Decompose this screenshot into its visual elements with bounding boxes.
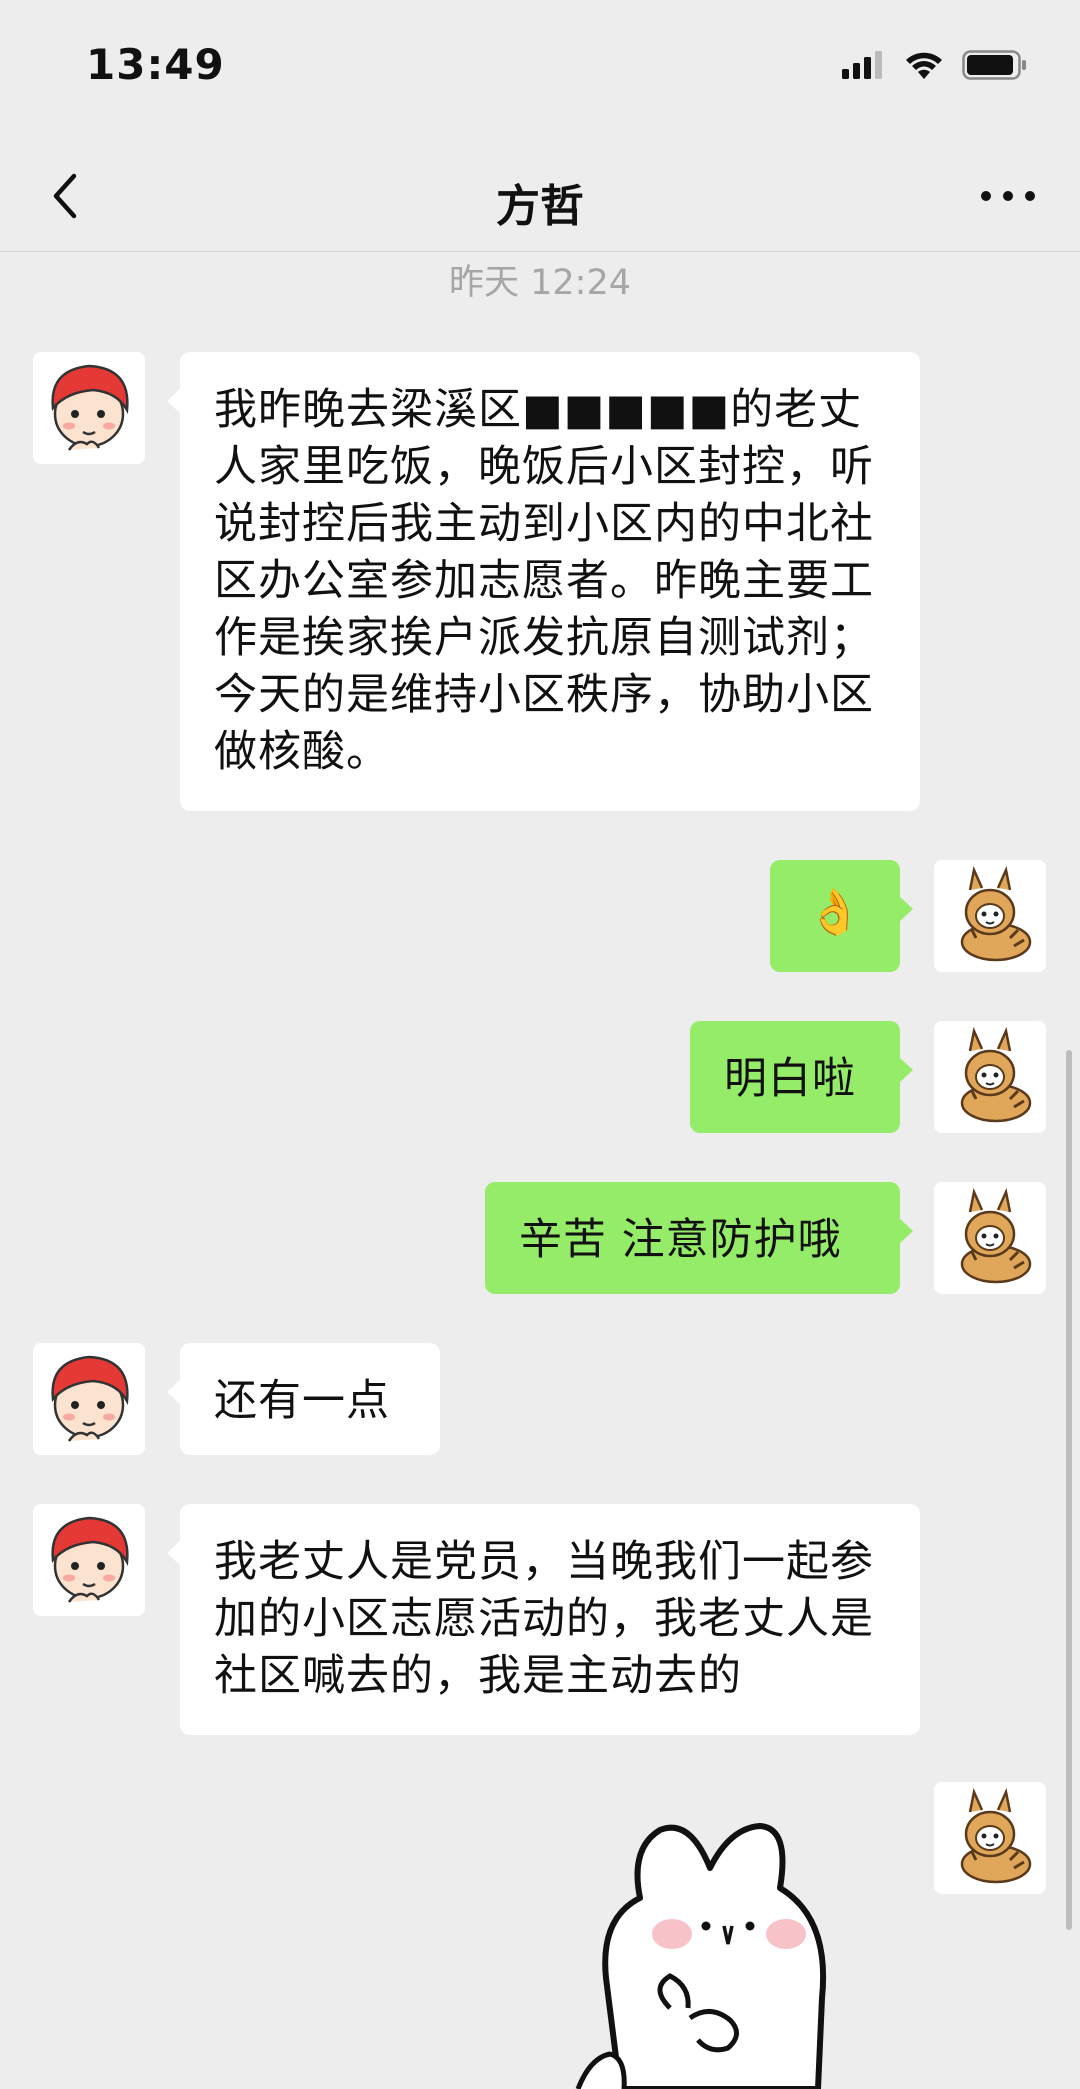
self-avatar[interactable]: [934, 1782, 1046, 1894]
status-bar: 13:49: [0, 0, 1080, 140]
contact-avatar[interactable]: [33, 1504, 145, 1616]
tiger-bunny-avatar-icon: [934, 860, 1046, 972]
message-text: 我老丈人是党员，当晚我们一起参加的小区志愿活动的，我老丈人是社区喊去的，我是主动…: [214, 1537, 874, 1701]
message-bubble-outgoing[interactable]: 辛苦 注意防护哦: [485, 1182, 913, 1294]
message-timestamp: 昨天 12:24: [449, 263, 631, 303]
cartoon-boy-avatar-icon: [33, 1343, 145, 1455]
message-bubble-incoming[interactable]: 我昨晚去梁溪区■■■■■的老丈人家里吃饭，晚饭后小区封控，听说封控后我主动到小区…: [167, 352, 920, 811]
chat-title: 方哲: [496, 181, 584, 232]
status-time: 13:49: [86, 40, 225, 89]
white-bunny-sticker[interactable]: [560, 1808, 920, 2089]
cartoon-boy-avatar-icon: [33, 352, 145, 464]
message-bubble-outgoing[interactable]: 明白啦: [690, 1021, 913, 1133]
white-bunny-sticker-icon: [575, 1823, 827, 2089]
battery-icon: [962, 50, 1026, 80]
message-text: 我昨晚去梁溪区■■■■■的老丈人家里吃饭，晚饭后小区封控，听说封控后我主动到小区…: [214, 385, 874, 777]
scrollbar[interactable]: [1066, 1050, 1072, 1930]
cellular-signal-icon: [842, 51, 882, 79]
self-avatar[interactable]: [934, 1021, 1046, 1133]
message-bubble-incoming[interactable]: 我老丈人是党员，当晚我们一起参加的小区志愿活动的，我老丈人是社区喊去的，我是主动…: [167, 1504, 920, 1735]
contact-avatar[interactable]: [33, 1343, 145, 1455]
status-icons: [842, 50, 1028, 80]
message-text: 辛苦 注意防护哦: [519, 1215, 842, 1265]
wifi-icon: [906, 52, 942, 79]
ellipsis-icon: [981, 191, 1035, 201]
self-avatar[interactable]: [934, 860, 1046, 972]
message-text: 明白啦: [724, 1054, 856, 1104]
more-options-button[interactable]: [976, 170, 1040, 222]
nav-bar: 方哲: [0, 140, 1080, 252]
tiger-bunny-avatar-icon: [934, 1182, 1046, 1294]
cartoon-boy-avatar-icon: [33, 1504, 145, 1616]
contact-avatar[interactable]: [33, 352, 145, 464]
tiger-bunny-avatar-icon: [934, 1782, 1046, 1894]
message-text: 还有一点: [214, 1376, 390, 1426]
tiger-bunny-avatar-icon: [934, 1021, 1046, 1133]
message-bubble-outgoing[interactable]: 👌: [770, 860, 913, 972]
message-bubble-incoming[interactable]: 还有一点: [167, 1343, 440, 1455]
self-avatar[interactable]: [934, 1182, 1046, 1294]
ok-hand-emoji: 👌: [807, 887, 863, 938]
